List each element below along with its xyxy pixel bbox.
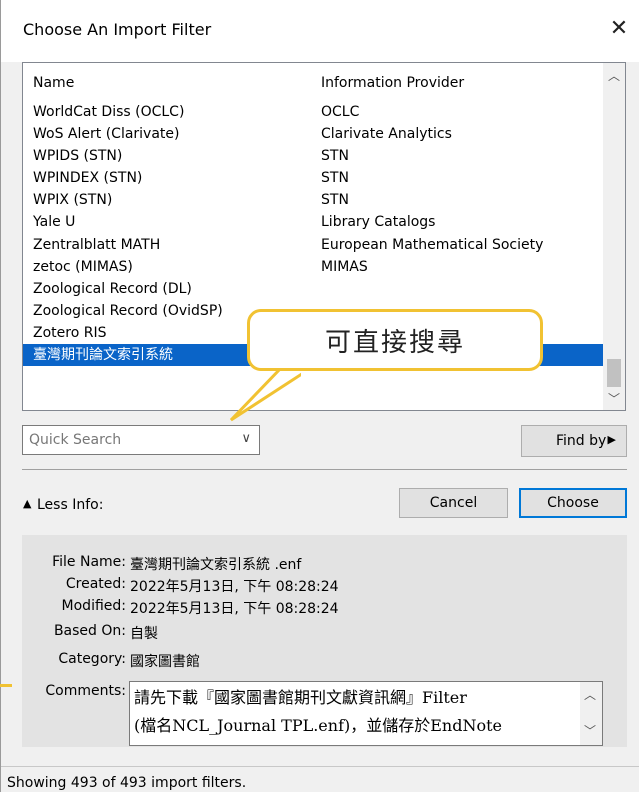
scroll-up-icon[interactable]: ︿ [584, 686, 596, 703]
modified-label: Modified: [61, 598, 126, 614]
filter-name: Zotero RIS [33, 324, 107, 341]
list-item[interactable]: WPIX (STN) STN [23, 189, 603, 211]
filter-provider: MIMAS [321, 258, 368, 275]
triangle-up-icon[interactable]: ▲ [23, 497, 31, 510]
title-bar: Choose An Import Filter ✕ [1, 0, 639, 62]
created-value: 2022年5月13日, 下午 08:28:24 [130, 579, 339, 595]
close-icon[interactable]: ✕ [604, 14, 634, 44]
quick-search-combobox[interactable]: Quick Search ∨ [22, 425, 260, 455]
dialog-title: Choose An Import Filter [23, 20, 212, 39]
annotation-callout: 可直接搜尋 [247, 309, 543, 371]
category-label: Category: [58, 651, 126, 667]
scroll-down-icon[interactable]: ﹀ [603, 390, 625, 408]
filter-provider: STN [321, 170, 349, 187]
column-header-provider[interactable]: Information Provider [321, 75, 464, 91]
list-item[interactable]: WPIDS (STN) STN [23, 145, 603, 167]
filter-name: zetoc (MIMAS) [33, 258, 133, 275]
status-bar: Showing 493 of 493 import filters. [1, 766, 639, 792]
based-on-value: 自製 [130, 626, 158, 642]
filter-name: WPIDS (STN) [33, 148, 123, 165]
column-header-name[interactable]: Name [33, 75, 74, 91]
find-by-button[interactable]: Find by ▶ [521, 425, 627, 457]
quick-search-placeholder: Quick Search [29, 432, 122, 448]
comments-textarea[interactable]: 請先下載『國家圖書館期刊文獻資訊網』Filter (檔名NCL_Journal … [129, 681, 603, 746]
filter-name: 臺灣期刊論文索引系統 [33, 347, 173, 364]
list-header: Name Information Provider [23, 63, 603, 101]
filter-provider: STN [321, 148, 349, 165]
list-item[interactable]: WorldCat Diss (OCLC) OCLC [23, 101, 603, 123]
comments-scrollbar[interactable]: ︿ ﹀ [580, 682, 602, 745]
chevron-down-icon[interactable]: ∨ [241, 431, 251, 446]
list-item[interactable]: Zentralblatt MATH European Mathematical S… [23, 234, 603, 256]
list-scrollbar[interactable]: ︿ ﹀ [603, 63, 625, 410]
callout-text: 可直接搜尋 [324, 328, 465, 358]
list-item[interactable]: zetoc (MIMAS) MIMAS [23, 256, 603, 278]
status-text: Showing 493 of 493 import filters. [7, 775, 247, 791]
list-item[interactable]: Zoological Record (DL) [23, 278, 603, 300]
divider [22, 469, 627, 470]
list-item[interactable]: WoS Alert (Clarivate) Clarivate Analytics [23, 123, 603, 145]
filter-provider: STN [321, 192, 349, 209]
find-by-label: Find by [556, 433, 607, 449]
filter-provider: OCLC [321, 104, 360, 120]
triangle-right-icon: ▶ [607, 433, 616, 446]
list-item[interactable]: Yale U Library Catalogs [23, 211, 603, 233]
import-filter-dialog: Choose An Import Filter ✕ Name Informati… [0, 0, 639, 792]
comments-text: 請先下載『國家圖書館期刊文獻資訊網』Filter (檔名NCL_Journal … [134, 688, 503, 735]
created-label: Created: [65, 576, 126, 592]
annotation-mark [0, 684, 12, 687]
category-value: 國家圖書館 [130, 654, 200, 670]
scroll-thumb[interactable] [607, 359, 621, 387]
file-name-label: File Name: [52, 554, 126, 570]
comments-label: Comments: [45, 683, 126, 699]
filter-name: Zentralblatt MATH [33, 236, 161, 253]
filter-provider: Clarivate Analytics [321, 126, 452, 143]
based-on-label: Based On: [53, 623, 126, 639]
filter-name: Zoological Record (OvidSP) [33, 302, 223, 319]
modified-value: 2022年5月13日, 下午 08:28:24 [130, 601, 339, 617]
filter-name: WPINDEX (STN) [33, 170, 143, 187]
filter-name: WorldCat Diss (OCLC) [33, 104, 185, 120]
filter-provider: European Mathematical Society [321, 236, 544, 253]
cancel-button[interactable]: Cancel [399, 488, 508, 518]
choose-button[interactable]: Choose [519, 488, 627, 518]
filter-name: WoS Alert (Clarivate) [33, 126, 180, 143]
list-item[interactable]: WPINDEX (STN) STN [23, 167, 603, 189]
filter-name: Yale U [33, 214, 76, 231]
scroll-up-icon[interactable]: ︿ [603, 67, 625, 85]
filter-name: Zoological Record (DL) [33, 280, 192, 297]
file-name-value: 臺灣期刊論文索引系統 .enf [130, 557, 302, 573]
less-info-toggle[interactable]: Less Info: [37, 497, 103, 513]
scroll-down-icon[interactable]: ﹀ [584, 722, 596, 739]
filter-name: WPIX (STN) [33, 192, 113, 209]
filter-provider: Library Catalogs [321, 214, 436, 231]
